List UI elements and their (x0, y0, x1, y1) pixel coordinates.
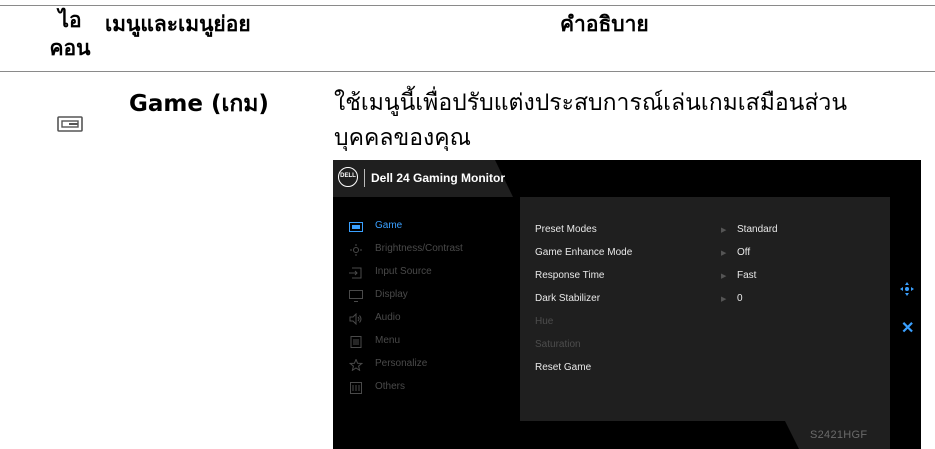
osd-header: DELL Dell 24 Gaming Monitor (333, 160, 921, 197)
arrow-right-icon: ▶ (721, 296, 727, 303)
osd-menu-item-input-source[interactable]: Input Source (333, 263, 520, 283)
osd-option-game-enhance-mode[interactable]: Game Enhance Mode (535, 247, 632, 258)
brightness-icon (350, 244, 362, 256)
osd-option-hue: Hue (535, 316, 554, 327)
star-icon (349, 359, 363, 371)
header-icon-line1: ไอ (58, 8, 82, 32)
osd-nav-panel (890, 197, 921, 421)
move-icon[interactable] (900, 282, 914, 299)
osd-menu-item-display[interactable]: Display (333, 286, 520, 306)
dell-logo-icon: DELL (338, 167, 358, 187)
arrow-right-icon: ▶ (721, 273, 727, 280)
osd-option-reset-game[interactable]: Reset Game (535, 362, 591, 373)
close-icon[interactable]: ✕ (901, 318, 914, 338)
osd-value-game-enhance-mode: Off (737, 247, 751, 258)
osd-menu-label: Input Source (375, 266, 432, 277)
osd-menu-label: Game (375, 220, 403, 231)
osd-footer: S2421HGF (333, 421, 921, 449)
osd-menu-item-others[interactable]: Others (333, 378, 520, 398)
game-icon (349, 222, 363, 232)
description-line1: ใช้เมนูนี้เพื่อปรับแต่งประสบการณ์เล่นเกม… (334, 90, 848, 116)
description-text: ใช้เมนูนี้เพื่อปรับแต่งประสบการณ์เล่นเกม… (334, 86, 924, 156)
osd-main-menu: Game Brightness/Contrast Input Source Di… (333, 197, 520, 421)
table-top-rule (0, 5, 935, 6)
osd-screenshot: DELL Dell 24 Gaming Monitor Game Brightn… (333, 160, 921, 449)
menu-name-game: Game (เกม) (129, 91, 269, 117)
osd-menu-label: Display (375, 289, 408, 300)
header-description-column: คำอธิบาย (560, 12, 649, 36)
osd-option-response-time[interactable]: Response Time (535, 270, 604, 281)
osd-menu-label: Menu (375, 335, 401, 346)
description-line2: บุคคลของคุณ (334, 125, 471, 151)
display-icon (349, 290, 363, 302)
osd-value-dark-stabilizer: 0 (737, 293, 743, 304)
osd-menu-item-personalize[interactable]: Personalize (333, 355, 520, 375)
input-source-icon (349, 267, 362, 279)
osd-menu-item-menu[interactable]: Menu (333, 332, 520, 352)
osd-menu-item-game[interactable]: Game (333, 217, 520, 237)
osd-menu-label: Brightness/Contrast (375, 243, 463, 254)
osd-menu-item-brightness[interactable]: Brightness/Contrast (333, 240, 520, 260)
osd-option-saturation: Saturation (535, 339, 581, 350)
header-menu-column: เมนูและเมนูย่อย (105, 12, 251, 36)
osd-menu-label: Personalize (375, 358, 428, 369)
header-icon-line2: คอน (49, 36, 91, 60)
game-icon (57, 116, 83, 136)
osd-menu-label: Audio (375, 312, 401, 323)
osd-title: Dell 24 Gaming Monitor (371, 171, 506, 185)
menu-icon (350, 336, 362, 348)
audio-icon (349, 313, 362, 325)
osd-menu-label: Others (375, 381, 406, 392)
arrow-right-icon: ▶ (721, 227, 727, 234)
osd-value-response-time: Fast (737, 270, 757, 281)
osd-title-separator (364, 169, 365, 187)
osd-menu-item-audio[interactable]: Audio (333, 309, 520, 329)
osd-model-name: S2421HGF (810, 429, 868, 441)
others-icon (350, 382, 362, 394)
osd-option-preset-modes[interactable]: Preset Modes (535, 224, 597, 235)
table-header-rule (0, 71, 935, 72)
arrow-right-icon: ▶ (721, 250, 727, 257)
osd-value-preset-modes: Standard (737, 224, 778, 235)
osd-option-dark-stabilizer[interactable]: Dark Stabilizer (535, 293, 600, 304)
header-icon-column: ไอ คอน (40, 6, 100, 62)
